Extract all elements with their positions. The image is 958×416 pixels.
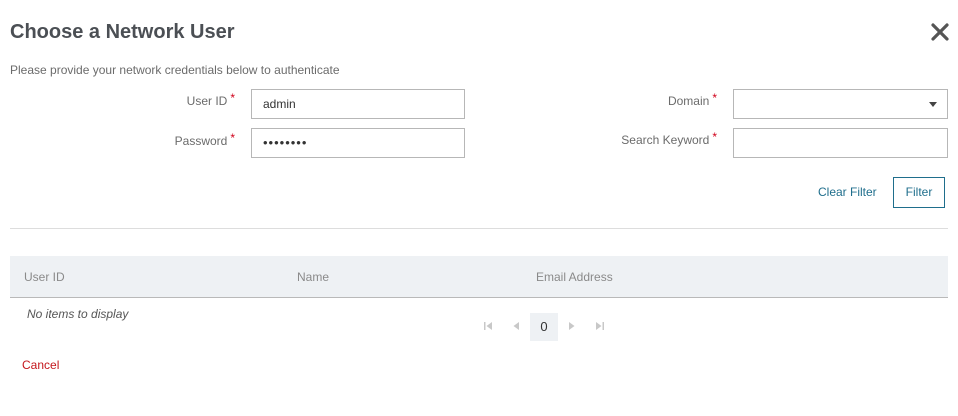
search-keyword-field[interactable] xyxy=(733,128,948,158)
dialog-title: Choose a Network User xyxy=(10,21,235,43)
domain-label-text: Domain xyxy=(667,94,710,108)
column-header-email[interactable]: Email Address xyxy=(536,270,613,284)
required-marker: * xyxy=(230,131,235,145)
table-header: User ID Name Email Address xyxy=(10,256,948,298)
empty-table-message: No items to display xyxy=(27,307,129,321)
clear-filter-link[interactable]: Clear Filter xyxy=(818,185,877,199)
password-field[interactable]: •••••••• xyxy=(251,128,465,158)
user-id-field[interactable]: admin xyxy=(251,89,465,119)
close-icon[interactable] xyxy=(928,20,952,44)
required-marker: * xyxy=(230,91,235,105)
column-header-user-id[interactable]: User ID xyxy=(24,270,65,284)
last-page-icon[interactable] xyxy=(595,320,605,332)
user-id-label-text: User ID xyxy=(186,94,228,108)
dialog-subtitle: Please provide your network credentials … xyxy=(10,63,340,77)
password-label: Password * xyxy=(130,131,235,148)
required-marker: * xyxy=(712,91,717,105)
required-marker: * xyxy=(712,130,717,144)
user-id-label: User ID * xyxy=(130,91,235,108)
divider xyxy=(10,228,948,229)
filter-button[interactable]: Filter xyxy=(893,177,945,208)
password-label-text: Password xyxy=(174,134,228,148)
search-keyword-label: Search Keyword * xyxy=(580,130,717,147)
current-page-number[interactable]: 0 xyxy=(530,313,558,341)
domain-label: Domain * xyxy=(600,91,717,108)
column-header-name[interactable]: Name xyxy=(297,270,329,284)
next-page-icon[interactable] xyxy=(567,320,577,332)
first-page-icon[interactable] xyxy=(483,320,493,332)
search-keyword-label-text: Search Keyword xyxy=(621,133,710,147)
dropdown-arrow-icon xyxy=(929,102,937,107)
cancel-link[interactable]: Cancel xyxy=(22,358,59,372)
domain-select[interactable] xyxy=(733,89,948,119)
prev-page-icon[interactable] xyxy=(511,320,521,332)
